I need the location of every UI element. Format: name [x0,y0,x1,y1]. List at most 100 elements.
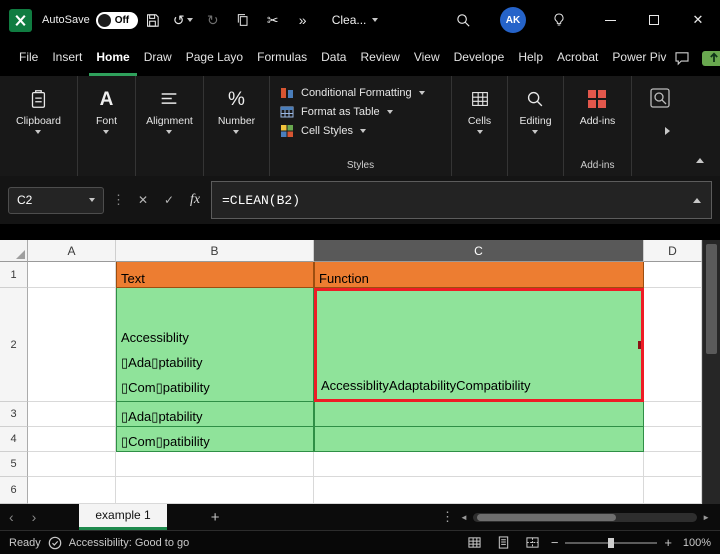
cell-c3[interactable] [314,402,644,427]
tab-file[interactable]: File [12,40,45,76]
cell-b3[interactable]: ▯Ada▯ptability [116,402,314,427]
scroll-right-icon[interactable]: ► [702,513,710,522]
page-layout-view-button[interactable] [493,533,515,553]
tab-view[interactable]: View [407,40,447,76]
vertical-scrollbar[interactable] [702,240,720,504]
zoom-level[interactable]: 100% [679,537,711,549]
autosave-control[interactable]: AutoSave Off [42,12,138,29]
accessibility-status[interactable]: Accessibility: Good to go [69,537,189,549]
share-button-icon[interactable] [701,48,720,68]
tab-acrobat[interactable]: Acrobat [550,40,605,76]
analyze-data-button[interactable] [646,84,674,112]
horizontal-scrollbar[interactable]: ◄ ► [460,513,710,522]
tab-review[interactable]: Review [353,40,406,76]
cell-b4[interactable]: ▯Com▯patibility [116,427,314,452]
formula-input[interactable]: =CLEAN(B2) [211,181,712,219]
cell-d3[interactable] [644,402,702,427]
tab-help[interactable]: Help [511,40,550,76]
confirm-entry-button[interactable]: ✓ [159,193,179,207]
cell-a4[interactable] [28,427,116,452]
tab-bar-options-button[interactable]: ⋮ [435,509,460,525]
column-header-c-selected[interactable]: C [314,240,644,262]
row-header-3[interactable]: 3 [0,402,28,427]
vertical-scrollbar-thumb[interactable] [706,244,717,354]
normal-view-button[interactable] [464,533,486,553]
tab-formulas[interactable]: Formulas [250,40,314,76]
zoom-in-button[interactable]: + [664,535,672,550]
redo-button[interactable]: ↻ [200,6,226,34]
cell-d6[interactable] [644,477,702,504]
tab-page-layout[interactable]: Page Layo [179,40,250,76]
conditional-formatting-button[interactable]: Conditional Formatting [280,86,425,100]
cell-d1[interactable] [644,262,702,288]
tab-home[interactable]: Home [89,40,136,76]
search-button[interactable] [450,6,476,34]
next-sheet-button[interactable]: › [23,509,46,525]
row-header-2[interactable]: 2 [0,288,28,402]
name-box[interactable]: C2 [8,187,104,214]
tab-draw[interactable]: Draw [137,40,179,76]
number-button[interactable]: % Number [218,86,255,134]
copy-button[interactable] [230,6,256,34]
clipboard-button[interactable]: Clipboard [16,86,61,134]
cell-a3[interactable] [28,402,116,427]
format-as-table-button[interactable]: Format as Table [280,105,425,119]
cell-b1[interactable]: Text [116,262,314,288]
alignment-button[interactable]: Alignment [146,86,193,134]
undo-button[interactable]: ↺ [170,6,196,34]
tab-power-pivot[interactable]: Power Piv [605,40,673,76]
scroll-left-icon[interactable]: ◄ [460,513,468,522]
zoom-slider[interactable] [565,542,657,544]
horizontal-scrollbar-thumb[interactable] [477,514,616,521]
row-header-5[interactable]: 5 [0,452,28,477]
zoom-out-button[interactable]: − [551,535,559,550]
editing-button[interactable]: Editing [519,86,551,134]
column-header-a[interactable]: A [28,240,116,262]
close-button[interactable]: ✕ [676,0,720,40]
cell-a1[interactable] [28,262,116,288]
page-break-view-button[interactable] [522,533,544,553]
minimize-button[interactable] [588,0,632,40]
previous-sheet-button[interactable]: ‹ [0,509,23,525]
cancel-entry-button[interactable]: ✕ [133,193,153,207]
autosave-toggle[interactable]: Off [96,12,138,29]
row-header-6[interactable]: 6 [0,477,28,504]
document-title[interactable]: Clea... [332,13,379,27]
cell-a6[interactable] [28,477,116,504]
tab-developer[interactable]: Develope [447,40,512,76]
addins-button[interactable]: Add-ins [580,86,616,127]
cell-b2[interactable]: Accessiblity ▯Ada▯ptability ▯Com▯patibil… [116,288,314,402]
cell-d4[interactable] [644,427,702,452]
sheet-tab-example1[interactable]: example 1 [79,504,166,530]
cell-a2[interactable] [28,288,116,402]
insert-function-button[interactable]: fx [185,192,205,208]
column-header-d[interactable]: D [644,240,702,262]
collapse-ribbon-button[interactable] [696,150,704,168]
cells-button[interactable]: Cells [468,86,491,134]
cell-c6[interactable] [314,477,644,504]
selection-handle[interactable] [638,341,644,349]
formula-bar-drag-handle[interactable]: ⋮ [110,192,127,208]
cell-b6[interactable] [116,477,314,504]
font-button[interactable]: A Font [96,86,117,134]
save-button[interactable] [140,6,166,34]
horizontal-scrollbar-track[interactable] [473,513,697,522]
select-all-corner[interactable] [0,240,28,262]
quick-access-overflow-button[interactable]: » [290,6,316,34]
tab-insert[interactable]: Insert [45,40,89,76]
cell-a5[interactable] [28,452,116,477]
cut-button[interactable]: ✂ [260,6,286,34]
cell-d2[interactable] [644,288,702,402]
row-header-1[interactable]: 1 [0,262,28,288]
cell-c2-active[interactable]: AccessiblityAdaptabilityCompatibility [314,288,644,402]
user-avatar[interactable]: AK [500,7,526,33]
expand-formula-bar-icon[interactable] [693,198,701,203]
cell-d5[interactable] [644,452,702,477]
zoom-slider-thumb[interactable] [608,538,614,548]
comments-icon[interactable] [673,49,691,67]
column-header-b[interactable]: B [116,240,314,262]
add-sheet-button[interactable]: + [203,509,228,526]
cell-c1[interactable]: Function [314,262,644,288]
ribbon-more-button[interactable] [665,122,670,140]
row-header-4[interactable]: 4 [0,427,28,452]
